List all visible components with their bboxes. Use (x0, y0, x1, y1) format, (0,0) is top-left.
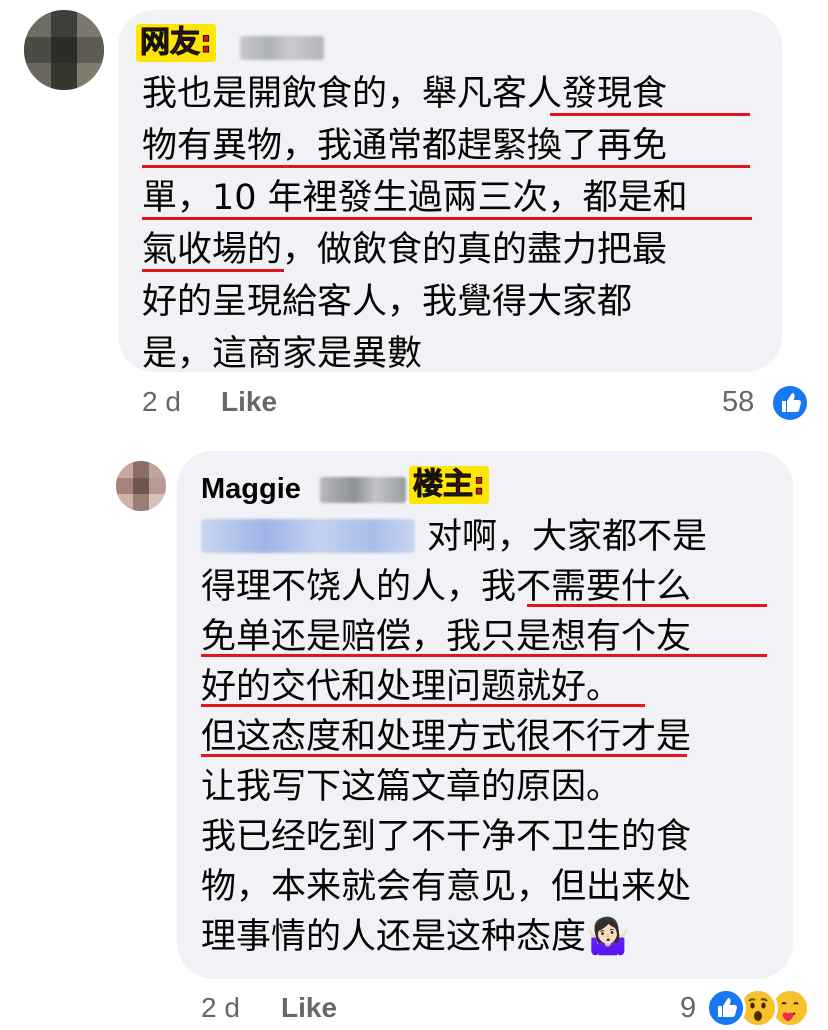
highlight-underline (142, 165, 750, 168)
comment-line: 理事情的人还是这种态度🤷🏻‍♀️ (201, 917, 630, 957)
thumbs-up-reaction-icon[interactable] (706, 988, 746, 1028)
comment-line: 好的呈現給客人，我覺得大家都 (142, 282, 633, 322)
comment-line: 让我写下这篇文章的原因。 (201, 767, 622, 807)
comment-line: 我已经吃到了不干净不卫生的食 (201, 817, 692, 857)
blurred-author-surname[interactable] (320, 477, 406, 503)
highlight-underline (201, 704, 645, 707)
timestamp[interactable]: 2 d (201, 992, 240, 1024)
highlight-underline (142, 269, 284, 272)
reaction-count[interactable]: 9 (680, 992, 696, 1025)
blurred-author-name[interactable] (240, 36, 324, 60)
highlight-underline (527, 604, 767, 607)
comment-line: 对啊，大家都不是 (427, 517, 708, 557)
highlight-underline (201, 754, 687, 757)
like-button[interactable]: Like (221, 386, 277, 418)
highlight-underline (201, 654, 767, 657)
author-name[interactable]: Maggie (201, 473, 301, 506)
comment-line: 物，本来就会有意见，但出来处 (201, 867, 692, 907)
comment-bubble: Maggie 楼主: 对啊，大家都不是 得理不饶人的人，我不需要什么 免单还是赔… (177, 451, 793, 979)
comment-line: 是，這商家是異數 (142, 334, 423, 374)
highlight-underline (142, 217, 752, 220)
timestamp[interactable]: 2 d (142, 386, 181, 418)
commenter-tag: 网友: (136, 24, 216, 62)
highlight-underline (550, 113, 750, 116)
like-button[interactable]: Like (281, 992, 337, 1024)
avatar[interactable] (116, 461, 166, 511)
thumbs-up-reaction-icon[interactable] (770, 383, 810, 423)
commenter-tag: 楼主: (409, 466, 489, 504)
comment-bubble: 网友: 我也是開飲食的，舉凡客人發現食 物有異物，我通常都趕緊換了再免 單，10… (118, 10, 782, 374)
reaction-count[interactable]: 58 (722, 386, 754, 419)
avatar[interactable] (24, 10, 104, 90)
comment-text: 对啊，大家都不是 得理不饶人的人，我不需要什么 免单还是赔偿，我只是想有个友 好… (201, 511, 781, 981)
